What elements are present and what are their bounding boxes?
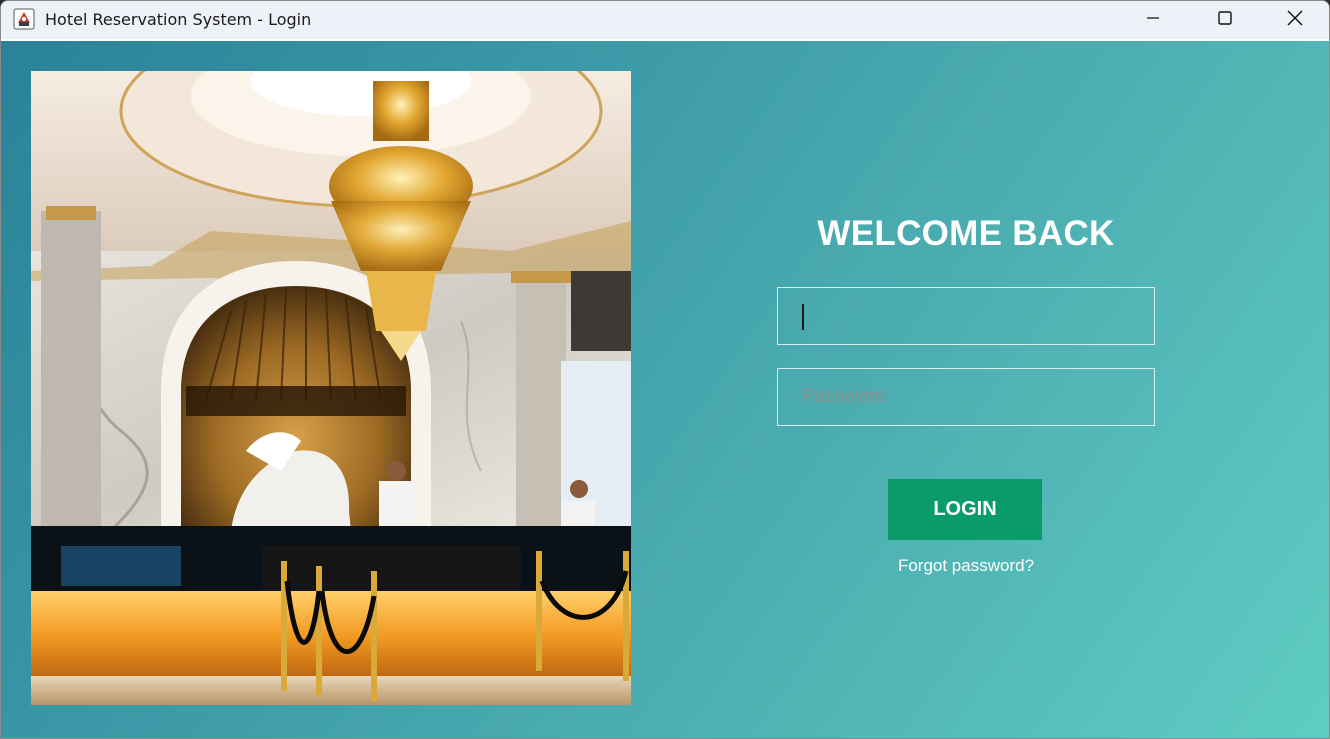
java-coffee-cup-icon: [13, 8, 35, 30]
login-content: WELCOME BACK LOGIN Forgot password?: [1, 41, 1329, 738]
window-title: Hotel Reservation System - Login: [45, 10, 312, 29]
password-input[interactable]: [778, 369, 1154, 425]
close-button[interactable]: [1259, 1, 1329, 39]
title-bar[interactable]: Hotel Reservation System - Login: [1, 1, 1329, 39]
username-input[interactable]: [778, 288, 1154, 344]
maximize-icon: [1217, 10, 1233, 31]
minimize-icon: [1145, 10, 1161, 31]
password-field[interactable]: [777, 368, 1155, 426]
minimize-button[interactable]: [1117, 1, 1189, 39]
login-button[interactable]: LOGIN: [888, 479, 1042, 540]
app-window: Hotel Reservation System - Login WELCOME…: [0, 0, 1330, 739]
login-panel: WELCOME BACK LOGIN Forgot password?: [777, 41, 1155, 738]
hotel-lobby-photo: [31, 71, 631, 705]
username-field[interactable]: [777, 287, 1155, 345]
close-icon: [1286, 9, 1304, 32]
welcome-heading: WELCOME BACK: [817, 214, 1115, 253]
maximize-button[interactable]: [1189, 1, 1261, 39]
text-caret: [802, 304, 804, 330]
forgot-password-link[interactable]: Forgot password?: [777, 556, 1155, 576]
